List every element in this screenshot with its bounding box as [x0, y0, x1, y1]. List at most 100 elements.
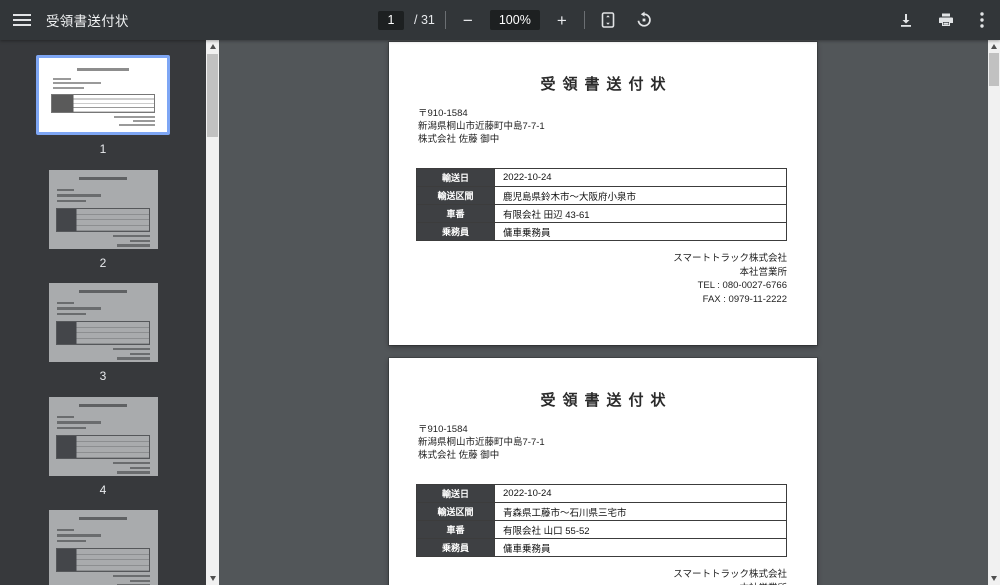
- row-label: 乗務員: [417, 539, 495, 557]
- row-value: 有限会社 山口 55-52: [495, 521, 787, 539]
- sender-block: スマートトラック株式会社 本社営業所 TEL : 080-0027-6766 F…: [673, 252, 787, 306]
- thumbnail-preview: [49, 397, 158, 476]
- recipient-block: 〒910-1584 新潟県桐山市近藤町中島7-7-1 株式会社 佐藤 御中: [418, 423, 545, 462]
- toolbar-left: 受領書送付状: [0, 0, 129, 40]
- address-line: 新潟県桐山市近藤町中島7-7-1: [418, 120, 545, 133]
- thumbnail-page-number: 1: [100, 142, 107, 156]
- download-icon: [898, 12, 914, 28]
- postal-code: 〒910-1584: [418, 107, 545, 120]
- zoom-in-icon: +: [557, 12, 567, 29]
- row-value: 鹿児島県鈴木市〜大阪府小泉市: [495, 187, 787, 205]
- print-button[interactable]: [930, 4, 962, 36]
- shipment-table: 輸送日 2022-10-24 輸送区間 青森県工藤市〜石川県三宅市 車番 有限会…: [416, 484, 787, 557]
- toolbar-divider: [445, 11, 446, 29]
- main-scrollbar[interactable]: [988, 40, 1000, 585]
- thumbnail-page-4[interactable]: 4: [0, 397, 206, 497]
- fit-page-button[interactable]: [595, 4, 621, 36]
- recipient-block: 〒910-1584 新潟県桐山市近藤町中島7-7-1 株式会社 佐藤 御中: [418, 107, 545, 146]
- sender-office: 本社営業所: [673, 266, 787, 280]
- hamburger-icon: [13, 12, 31, 28]
- table-row: 輸送区間 青森県工藤市〜石川県三宅市: [417, 503, 787, 521]
- sender-tel: TEL : 080-0027-6766: [673, 279, 787, 293]
- thumbnail-preview: [49, 283, 158, 362]
- scroll-down-button[interactable]: [988, 572, 1000, 585]
- fit-page-icon: [600, 11, 616, 29]
- page-number-input[interactable]: [378, 11, 404, 30]
- main-scrollbar-thumb[interactable]: [989, 53, 999, 86]
- table-row: 輸送日 2022-10-24: [417, 169, 787, 187]
- page-title: 受領書送付状: [389, 389, 817, 410]
- shipment-table: 輸送日 2022-10-24 輸送区間 鹿児島県鈴木市〜大阪府小泉市 車番 有限…: [416, 168, 787, 241]
- sender-block: スマートトラック株式会社 本社営業所: [673, 568, 787, 585]
- row-label: 輸送区間: [417, 187, 495, 205]
- row-label: 輸送区間: [417, 503, 495, 521]
- selected-thumbnail-frame: [36, 55, 170, 135]
- row-value: 傭車乗務員: [495, 223, 787, 241]
- postal-code: 〒910-1584: [418, 423, 545, 436]
- rotate-button[interactable]: [631, 4, 657, 36]
- table-row: 乗務員 傭車乗務員: [417, 539, 787, 557]
- rotate-icon: [635, 11, 653, 29]
- thumbnail-page-2[interactable]: 2: [0, 170, 206, 270]
- table-row: 車番 有限会社 田辺 43-61: [417, 205, 787, 223]
- row-label: 車番: [417, 521, 495, 539]
- more-options-button[interactable]: [970, 4, 994, 36]
- thumbnail-preview: [43, 62, 163, 128]
- document-area: 受領書送付状 〒910-1584 新潟県桐山市近藤町中島7-7-1 株式会社 佐…: [219, 40, 988, 585]
- sender-company: スマートトラック株式会社: [673, 252, 787, 266]
- kebab-menu-icon: [980, 12, 984, 28]
- pdf-page-1: 受領書送付状 〒910-1584 新潟県桐山市近藤町中島7-7-1 株式会社 佐…: [389, 42, 817, 345]
- zoom-out-button[interactable]: −: [456, 4, 480, 36]
- page-title: 受領書送付状: [389, 73, 817, 94]
- thumbnail-page-number: 3: [100, 369, 107, 383]
- sender-fax: FAX : 0979-11-2222: [673, 293, 787, 307]
- table-row: 乗務員 傭車乗務員: [417, 223, 787, 241]
- page-count: / 31: [414, 13, 435, 27]
- address-line: 新潟県桐山市近藤町中島7-7-1: [418, 436, 545, 449]
- scroll-up-button[interactable]: [988, 40, 1000, 53]
- arrow-down-icon: [210, 576, 216, 581]
- thumbnail-sidebar: 1 2 3 4: [0, 40, 206, 585]
- print-icon: [938, 12, 954, 28]
- thumbnail-page-3[interactable]: 3: [0, 283, 206, 383]
- document-title: 受領書送付状: [46, 10, 129, 30]
- row-value: 2022-10-24: [495, 169, 787, 187]
- row-value: 青森県工藤市〜石川県三宅市: [495, 503, 787, 521]
- toolbar-right: [890, 0, 994, 40]
- thumbnail-page-1[interactable]: 1: [0, 55, 206, 156]
- table-row: 輸送区間 鹿児島県鈴木市〜大阪府小泉市: [417, 187, 787, 205]
- zoom-in-button[interactable]: +: [550, 4, 574, 36]
- toolbar-center: / 31 − 100% +: [378, 0, 657, 40]
- row-value: 有限会社 田辺 43-61: [495, 205, 787, 223]
- thumbnail-page-number: 2: [100, 256, 107, 270]
- sender-office: 本社営業所: [673, 582, 787, 585]
- thumbnail-preview: [49, 510, 158, 585]
- thumbnail-page-5[interactable]: [0, 510, 206, 585]
- menu-button[interactable]: [6, 4, 38, 36]
- row-label: 輸送日: [417, 485, 495, 503]
- thumbnail-preview: [49, 170, 158, 249]
- arrow-up-icon: [991, 44, 997, 49]
- sender-company: スマートトラック株式会社: [673, 568, 787, 582]
- arrow-up-icon: [210, 44, 216, 49]
- sidebar-scrollbar[interactable]: [206, 40, 219, 585]
- pdf-page-2: 受領書送付状 〒910-1584 新潟県桐山市近藤町中島7-7-1 株式会社 佐…: [389, 358, 817, 585]
- table-row: 輸送日 2022-10-24: [417, 485, 787, 503]
- thumbnail-page-number: 4: [100, 483, 107, 497]
- toolbar: 受領書送付状 / 31 − 100% +: [0, 0, 1000, 40]
- toolbar-divider: [584, 11, 585, 29]
- download-button[interactable]: [890, 4, 922, 36]
- arrow-down-icon: [991, 576, 997, 581]
- scroll-up-button[interactable]: [206, 40, 219, 53]
- zoom-out-icon: −: [463, 12, 473, 29]
- row-value: 傭車乗務員: [495, 539, 787, 557]
- row-label: 乗務員: [417, 223, 495, 241]
- sidebar-scrollbar-thumb[interactable]: [207, 54, 218, 137]
- recipient-name: 株式会社 佐藤 御中: [418, 449, 545, 462]
- scroll-down-button[interactable]: [206, 572, 219, 585]
- row-label: 車番: [417, 205, 495, 223]
- row-label: 輸送日: [417, 169, 495, 187]
- row-value: 2022-10-24: [495, 485, 787, 503]
- recipient-name: 株式会社 佐藤 御中: [418, 133, 545, 146]
- zoom-level: 100%: [490, 10, 540, 30]
